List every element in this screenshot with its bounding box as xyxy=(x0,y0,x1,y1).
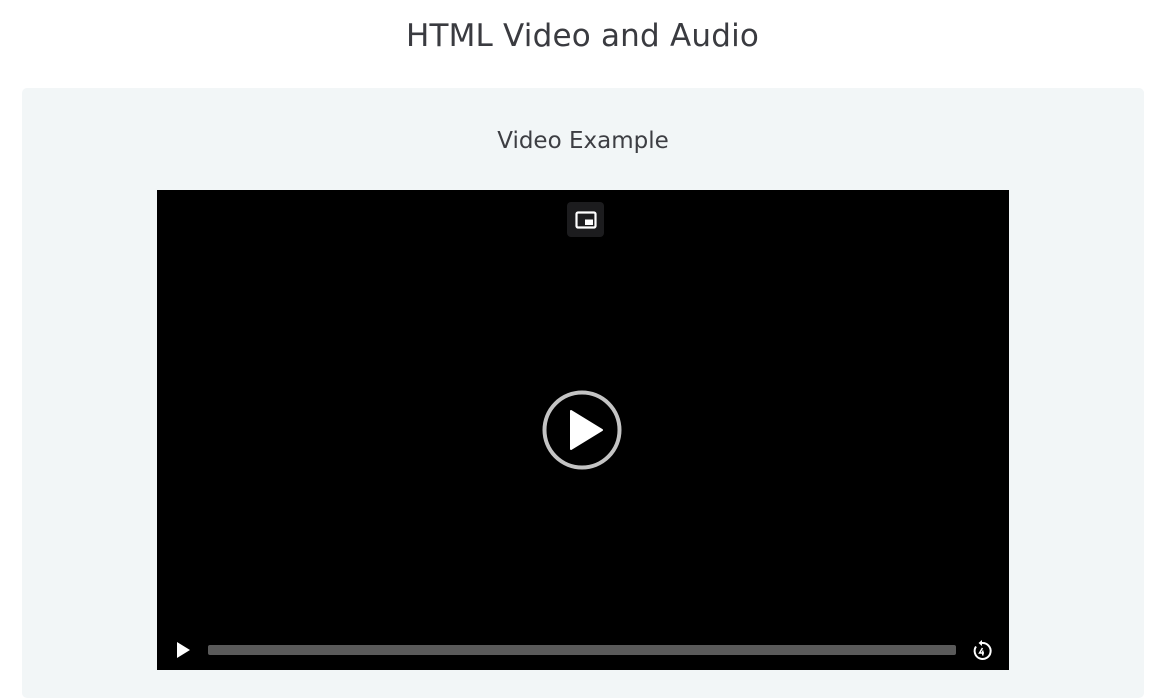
section-title: Video Example xyxy=(497,128,669,154)
skip-back-icon xyxy=(973,640,992,660)
play-button[interactable] xyxy=(173,640,193,660)
video-example-panel: Video Example xyxy=(22,88,1144,698)
skip-back-button[interactable] xyxy=(970,639,994,663)
picture-in-picture-button[interactable] xyxy=(567,202,604,237)
video-player[interactable] xyxy=(157,190,1009,670)
picture-in-picture-icon xyxy=(574,210,597,229)
play-circle-icon xyxy=(542,390,622,470)
page-title: HTML Video and Audio xyxy=(405,18,760,54)
video-controls-bar xyxy=(157,630,1009,670)
big-play-button[interactable] xyxy=(542,390,622,470)
progress-scrubber[interactable] xyxy=(208,645,956,655)
play-icon xyxy=(177,642,190,658)
